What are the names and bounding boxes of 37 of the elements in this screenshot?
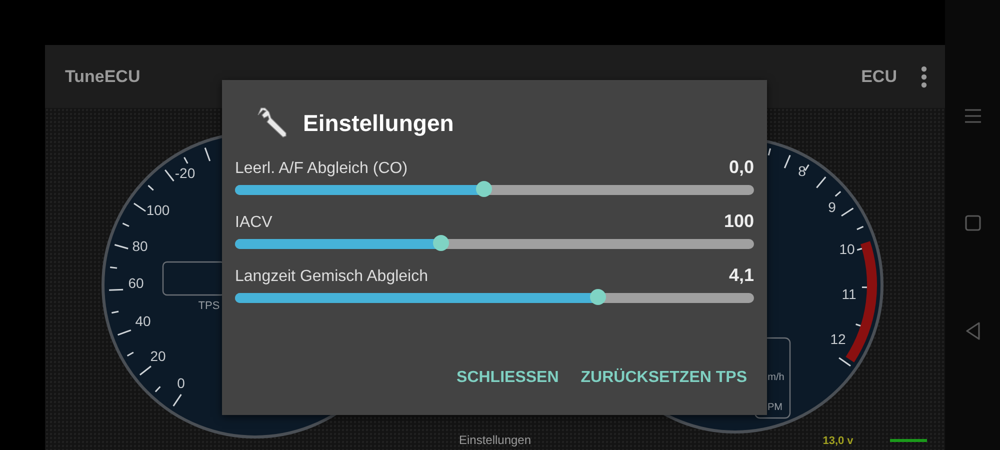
- gauge-scale-label: 80: [132, 238, 148, 254]
- gauge-scale-label: 0: [177, 375, 185, 391]
- dialog-title: Einstellungen: [303, 110, 454, 136]
- ecu-button[interactable]: ECU: [861, 66, 897, 86]
- slider-track[interactable]: [235, 239, 754, 249]
- gauge-caption: TPS: [198, 300, 220, 312]
- reset-button[interactable]: ZURÜCKSETZEN TPS: [576, 363, 751, 393]
- setting-value: 4,1: [728, 265, 754, 286]
- setting-label: Langzeit Gemisch Abgleich: [235, 268, 428, 286]
- slider-thumb[interactable]: [476, 181, 492, 197]
- gauge-scale-label: -20: [174, 165, 196, 181]
- readout-unit: m/h: [768, 372, 784, 383]
- gauge-scale-label: 20: [150, 348, 166, 364]
- app-title: TuneECU: [65, 66, 142, 86]
- wrench-icon: [255, 106, 289, 140]
- gauge-scale-label: 60: [128, 275, 144, 291]
- setting-label: Leerl. A/F Abgleich (CO): [235, 160, 408, 178]
- gauge-scale-label: 11: [842, 286, 856, 302]
- slider-track[interactable]: [235, 293, 754, 303]
- gauge-scale-label: 10: [839, 241, 855, 257]
- slider-thumb[interactable]: [590, 289, 606, 305]
- gauge-scale-label: 8: [798, 163, 806, 179]
- gauge-scale-label: 40: [135, 313, 151, 329]
- setting-value: 100: [724, 211, 754, 232]
- gauge-scale-label: 12: [830, 331, 846, 347]
- gauge-scale-label: 100: [146, 202, 170, 218]
- slider-track[interactable]: [235, 185, 754, 195]
- slider-thumb[interactable]: [433, 235, 450, 251]
- voltage-reading: 13,0 v: [822, 435, 854, 447]
- setting-value: 0,0: [728, 157, 754, 178]
- close-button[interactable]: SCHLIESSEN: [452, 363, 563, 393]
- gauge-scale-label: 9: [828, 199, 836, 215]
- setting-label: IACV: [235, 214, 272, 232]
- readout-unit: PM: [768, 402, 782, 413]
- signal-bar: [890, 439, 927, 442]
- status-label: Einstellungen: [458, 433, 532, 447]
- more-icon[interactable]: [919, 66, 929, 88]
